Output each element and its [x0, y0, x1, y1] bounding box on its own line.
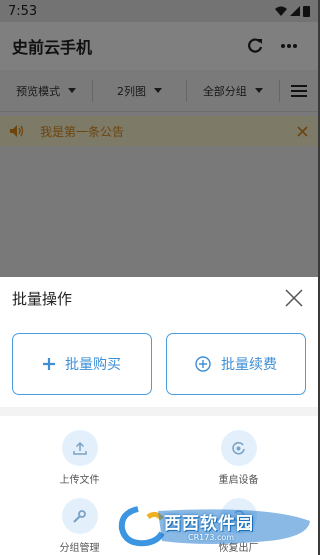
batch-buy-label: 批量购买 — [65, 357, 121, 373]
sheet-close-button[interactable] — [282, 286, 306, 310]
section-divider — [0, 407, 318, 416]
sheet-header: 批量操作 — [0, 277, 318, 319]
batch-buy-button[interactable]: 批量购买 — [12, 333, 152, 395]
action-label: 重启设备 — [218, 475, 259, 486]
plus-icon — [43, 358, 55, 370]
action-circle — [61, 430, 98, 466]
plus-circle-icon — [195, 356, 211, 372]
site-watermark: 西西软件园 CR173.com — [118, 503, 314, 549]
restart-device-action[interactable]: 重启设备 — [159, 430, 318, 486]
action-circle — [61, 498, 98, 534]
close-icon — [285, 289, 303, 307]
watermark-text: 西西软件园 — [164, 514, 254, 534]
action-circle — [220, 430, 257, 466]
sheet-title: 批量操作 — [12, 289, 73, 308]
restart-icon — [232, 441, 245, 455]
purchase-row: 批量购买 批量续费 — [0, 319, 318, 395]
action-label: 分组管理 — [59, 543, 100, 554]
watermark-subtext: CR173.com — [188, 533, 235, 542]
action-label: 上传文件 — [59, 475, 100, 486]
upload-file-action[interactable]: 上传文件 — [0, 430, 159, 486]
batch-renew-label: 批量续费 — [221, 357, 277, 373]
wrench-icon — [73, 509, 86, 523]
upload-icon — [72, 441, 87, 455]
batch-renew-button[interactable]: 批量续费 — [166, 333, 306, 395]
